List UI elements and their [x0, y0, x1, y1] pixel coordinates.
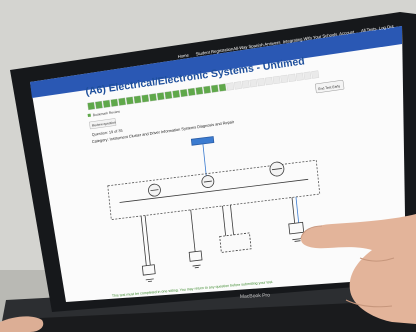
progress-segment: [118, 97, 127, 106]
progress-segment: [187, 87, 196, 97]
progress-segment: [226, 82, 235, 91]
progress-segment: [295, 72, 304, 81]
progress-segment: [249, 79, 258, 88]
progress-segment: [210, 84, 219, 93]
progress-segment: [218, 83, 227, 92]
progress-segment: [156, 92, 165, 101]
laptop-photo-scene: Home Student Registration All-Way Spanis…: [0, 0, 416, 332]
progress-segment: [94, 100, 103, 110]
progress-segment: [272, 75, 281, 85]
progress-segment: [203, 85, 211, 94]
progress-segment: [87, 101, 96, 111]
progress-segment: [102, 99, 111, 108]
progress-segment: [172, 90, 181, 99]
progress-segment: [241, 80, 250, 89]
progress-segment: [303, 71, 312, 80]
progress-segment: [149, 93, 157, 102]
sensor-center-left: [188, 250, 203, 262]
switch-box: [219, 232, 252, 253]
sensor-right: [288, 221, 305, 235]
progress-segment: [195, 86, 204, 95]
progress-segment: [141, 94, 150, 103]
progress-segment: [264, 76, 273, 86]
sensor-left: [141, 264, 156, 276]
progress-segment: [280, 74, 289, 84]
progress-segment: [133, 95, 142, 104]
progress-segment: [257, 78, 266, 87]
progress-segment: [311, 70, 320, 79]
bookmark-checkbox[interactable]: [87, 113, 91, 117]
progress-segment: [288, 73, 296, 82]
progress-segment: [234, 81, 242, 90]
progress-segment: [164, 91, 173, 100]
progress-segment: [179, 88, 188, 98]
progress-segment: [110, 98, 119, 107]
progress-segment: [125, 96, 134, 105]
